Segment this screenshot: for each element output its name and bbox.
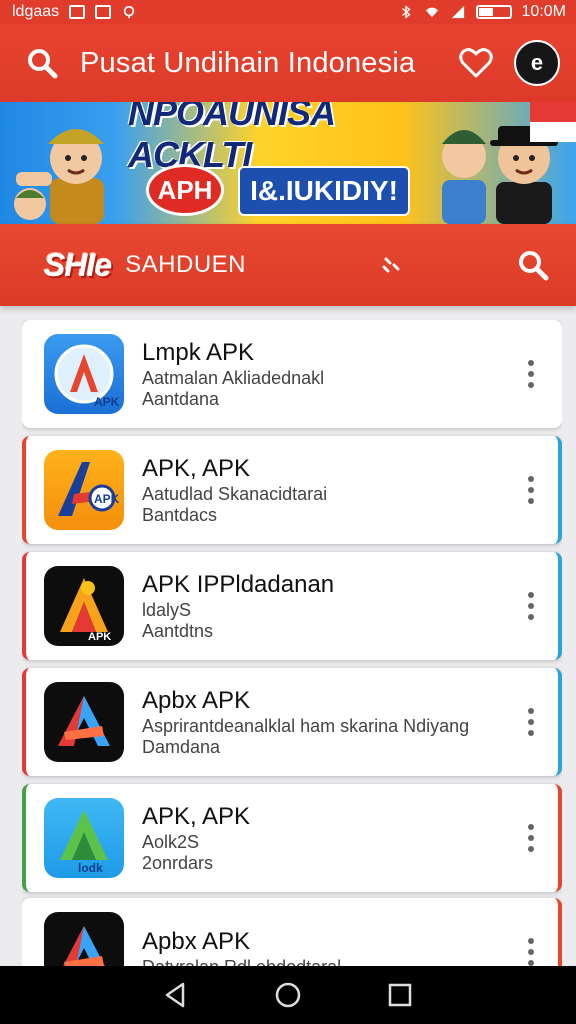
- apk-logo-icon: APK: [60, 578, 111, 643]
- notification-icon: [69, 5, 86, 19]
- battery-icon: [475, 5, 512, 19]
- app-list-item[interactable]: lodk APK, APK Aolk2S 2onrdars: [22, 784, 562, 892]
- search-icon[interactable]: [26, 47, 58, 79]
- banner-badge: APH: [146, 164, 224, 216]
- app-header: Pusat Undihain Indonesia e: [0, 24, 576, 102]
- app-text: Lmpk APK Aatmalan Akliadednakl Aantdana: [142, 338, 524, 410]
- app-name: Apbx APK: [142, 687, 251, 714]
- app-name: APK, APK: [142, 803, 251, 830]
- more-vert-icon[interactable]: [524, 360, 538, 388]
- flag-decoration: [530, 102, 576, 142]
- svg-text:APK: APK: [94, 492, 120, 506]
- app-desc: Asprirantdeanalklal ham skarina Ndiyang: [142, 716, 470, 736]
- svg-text:APK: APK: [88, 631, 111, 643]
- app-icon: lodk: [44, 798, 124, 878]
- svg-text:APK: APK: [94, 395, 120, 409]
- app-text: APK IPPldadanan ldalyS Aantdtns: [142, 570, 524, 642]
- brand-logo: SHIe: [44, 246, 112, 283]
- more-vert-icon[interactable]: [524, 708, 538, 736]
- search-icon[interactable]: [516, 248, 550, 282]
- apk-logo-icon: APK: [58, 462, 120, 516]
- banner-cta-button[interactable]: I&.IUKIDIY!: [238, 166, 410, 216]
- apk-logo-icon: lodk: [60, 810, 108, 875]
- promo-banner[interactable]: NPOAUNISA ACKLTI APH I&.IUKIDIY!: [0, 102, 576, 224]
- heart-icon[interactable]: [458, 45, 494, 81]
- app-desc: ldalyS: [142, 600, 192, 620]
- sort-icon[interactable]: [378, 251, 406, 279]
- app-icon: APK: [44, 566, 124, 646]
- app-name: APK IPPldadanan: [142, 571, 335, 598]
- app-text: APK, APK Aatudlad Skanacidtarai Bantdacs: [142, 454, 524, 526]
- app-desc: Datvralan Rdl ebdodtaral: [142, 957, 524, 967]
- app-icon: [44, 912, 124, 966]
- app-list: APK Lmpk APK Aatmalan Akliadednakl Aantd…: [22, 320, 562, 966]
- recents-icon[interactable]: [385, 980, 415, 1010]
- banner-headline: NPOAUNISA ACKLTI: [128, 102, 335, 175]
- carrier-label: ldgaas: [12, 3, 60, 20]
- app-text: Apbx APK Asprirantdeanalklal ham skarina…: [142, 686, 524, 758]
- app-name: Lmpk APK: [142, 339, 255, 366]
- status-left: ldgaas: [12, 3, 137, 21]
- app-list-item[interactable]: APK APK IPPldadanan ldalyS Aantdtns: [22, 552, 562, 660]
- app-icon: APK: [44, 334, 124, 414]
- more-vert-icon[interactable]: [524, 592, 538, 620]
- app-sub: Aantdtns: [142, 621, 214, 641]
- avatar-text: e: [530, 50, 544, 75]
- app-text: APK, APK Aolk2S 2onrdars: [142, 802, 524, 874]
- status-bar: ldgaas 10:0M: [0, 0, 576, 24]
- app-name: APK, APK: [142, 455, 251, 482]
- app-icon: [44, 682, 124, 762]
- banner-character-left-illustration: [14, 129, 104, 224]
- system-nav-bar: [0, 966, 576, 1024]
- back-icon[interactable]: [161, 980, 191, 1010]
- section-bar: SHIe SAHDUEN: [0, 224, 576, 306]
- app-sub: 2onrdars: [142, 853, 214, 873]
- wifi-icon: [425, 7, 438, 18]
- app-icon: APK: [44, 450, 124, 530]
- app-list-item[interactable]: APK APK, APK Aatudlad Skanacidtarai Bant…: [22, 436, 562, 544]
- more-vert-icon[interactable]: [524, 824, 538, 852]
- section-label[interactable]: SAHDUEN: [125, 251, 246, 279]
- app-sub: Damdana: [142, 737, 221, 757]
- home-icon[interactable]: [273, 980, 303, 1010]
- apk-logo-icon: [58, 696, 110, 746]
- app-list-item[interactable]: Apbx APK Asprirantdeanalklal ham skarina…: [22, 668, 562, 776]
- app-desc: Aatudlad Skanacidtarai: [142, 484, 328, 504]
- bluetooth-icon: [401, 5, 411, 19]
- svg-text:lodk: lodk: [78, 861, 103, 875]
- signal-icon: [451, 5, 464, 19]
- apk-logo-icon: APK: [54, 344, 120, 409]
- app-desc: Aatmalan Akliadednakl: [142, 368, 325, 388]
- status-time: 10:0M: [521, 3, 566, 20]
- app-text: Apbx APK Datvralan Rdl ebdodtaral: [142, 927, 524, 967]
- app-sub: Aantdana: [142, 389, 220, 409]
- app-name: Apbx APK: [142, 927, 251, 955]
- status-right: 10:0M: [398, 3, 566, 21]
- apk-logo-icon: [63, 926, 105, 966]
- more-vert-icon[interactable]: [524, 938, 538, 966]
- avatar[interactable]: e: [514, 40, 560, 86]
- app-list-item[interactable]: APK Lmpk APK Aatmalan Akliadednakl Aantd…: [22, 320, 562, 428]
- more-vert-icon[interactable]: [524, 476, 538, 504]
- image-notification-icon: [95, 5, 112, 19]
- app-desc: Aolk2S: [142, 832, 200, 852]
- location-icon: [123, 5, 135, 19]
- app-sub: Bantdacs: [142, 505, 218, 525]
- page-title: Pusat Undihain Indonesia: [80, 46, 416, 79]
- app-list-item[interactable]: Apbx APK Datvralan Rdl ebdodtaral: [22, 898, 562, 966]
